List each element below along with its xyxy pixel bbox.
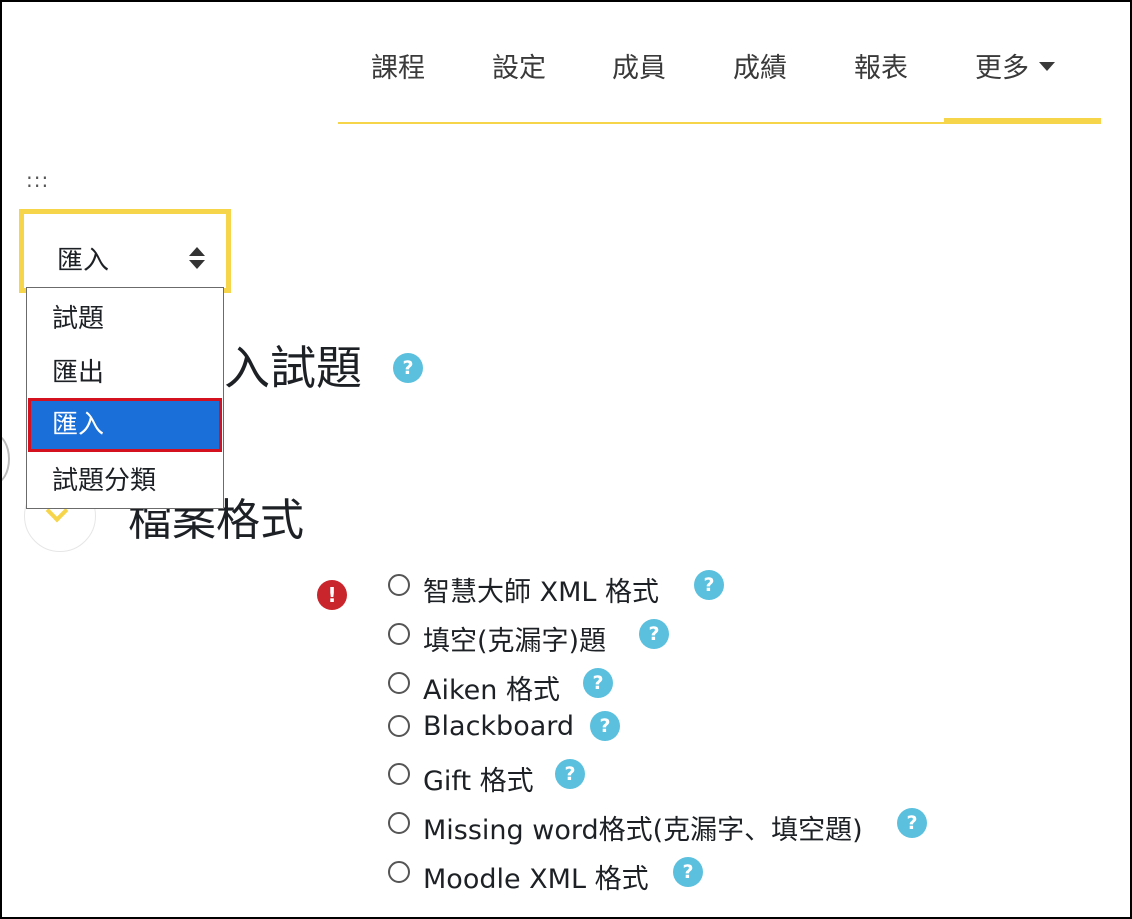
select-dropdown-list: 試題 匯出 匯入 試題分類 [26, 287, 224, 509]
select-arrows-icon [189, 247, 205, 271]
help-icon[interactable]: ? [673, 857, 703, 887]
required-icon: ! [317, 580, 347, 610]
page-title: 入試題 [224, 341, 362, 395]
secondary-navigation: 課程 設定 成員 成績 報表 更多 [338, 2, 1101, 124]
nav-item-settings[interactable]: 設定 [492, 46, 546, 85]
tertiary-navigation-select-focus-ring: 匯入 [19, 209, 231, 293]
option-export[interactable]: 匯出 [28, 346, 222, 400]
breadcrumb-dots[interactable]: ::: [26, 168, 49, 192]
nav-item-more[interactable]: 更多 [975, 46, 1055, 85]
active-tab-indicator [944, 118, 1101, 123]
page-frame: 課程 設定 成員 成績 報表 更多 ::: 匯入 入試題 ? 檔案格式 試題 匯… [0, 0, 1132, 919]
nav-more-label: 更多 [975, 53, 1029, 84]
help-icon[interactable]: ? [694, 570, 724, 600]
format-label: Missing word格式(克漏字、填空題) [423, 815, 863, 846]
radio-button[interactable] [388, 861, 410, 883]
format-label: Aiken 格式 [423, 675, 560, 706]
partial-circle [2, 434, 10, 484]
help-icon[interactable]: ? [555, 759, 585, 789]
format-label: Blackboard [423, 711, 575, 742]
format-label: Moodle XML 格式 [423, 864, 649, 895]
format-label: 智慧大師 XML 格式 [423, 577, 659, 608]
radio-button[interactable] [388, 574, 410, 596]
caret-down-icon [1039, 62, 1055, 71]
radio-button[interactable] [388, 623, 410, 645]
nav-item-course[interactable]: 課程 [371, 46, 425, 85]
option-import-selected[interactable]: 匯入 [28, 398, 222, 452]
nav-item-participants[interactable]: 成員 [612, 46, 666, 85]
help-icon[interactable]: ? [393, 353, 423, 383]
help-icon[interactable]: ? [639, 619, 669, 649]
option-questions[interactable]: 試題 [28, 292, 222, 346]
nav-item-grades[interactable]: 成績 [733, 46, 787, 85]
radio-button[interactable] [388, 763, 410, 785]
format-label: 填空(克漏字)題 [423, 626, 607, 657]
radio-button[interactable] [388, 672, 410, 694]
option-categories[interactable]: 試題分類 [28, 454, 222, 508]
help-icon[interactable]: ? [583, 668, 613, 698]
help-icon[interactable]: ? [897, 808, 927, 838]
question-bank-select[interactable]: 匯入 [30, 220, 220, 284]
select-current-value: 匯入 [57, 246, 110, 276]
nav-item-reports[interactable]: 報表 [854, 46, 908, 85]
help-icon[interactable]: ? [590, 711, 620, 741]
radio-button[interactable] [388, 812, 410, 834]
format-label: Gift 格式 [423, 766, 534, 797]
radio-button[interactable] [388, 715, 410, 737]
